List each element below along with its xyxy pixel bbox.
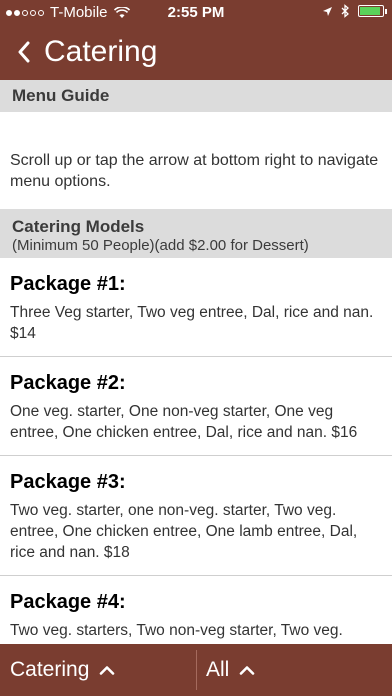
package-list[interactable]: Package #1: Three Veg starter, Two veg e… bbox=[0, 258, 392, 654]
package-name: Package #1: bbox=[10, 273, 126, 295]
list-item[interactable]: Package #3: Two veg. starter, one non-ve… bbox=[0, 456, 392, 576]
menu-guide-title: Menu Guide bbox=[12, 86, 110, 105]
filter-selector-label: All bbox=[206, 658, 230, 681]
status-bar: T-Mobile 2:55 PM bbox=[0, 0, 392, 26]
location-icon bbox=[323, 6, 332, 16]
package-description: Two veg. starters, Two non-veg starter, … bbox=[10, 622, 343, 639]
chevron-up-icon bbox=[100, 666, 115, 675]
back-chevron-icon bbox=[18, 41, 30, 63]
menu-guide-text: Scroll up or tap the arrow at bottom rig… bbox=[10, 152, 379, 190]
list-item[interactable]: Package #1: Three Veg starter, Two veg e… bbox=[0, 258, 392, 357]
filter-selector-button[interactable]: All bbox=[206, 644, 255, 696]
package-description: Two veg. starter, one non-veg. starter, … bbox=[10, 502, 358, 561]
package-name: Package #3: bbox=[10, 471, 126, 493]
catering-models-header: Catering Models (Minimum 50 People)(add … bbox=[0, 209, 392, 258]
catering-models-title: Catering Models bbox=[12, 217, 145, 236]
bottom-bar-divider bbox=[196, 650, 197, 690]
nav-bar: Catering bbox=[0, 30, 392, 74]
battery-icon bbox=[358, 5, 387, 17]
catering-models-subtitle: (Minimum 50 People)(add $2.00 for Desser… bbox=[12, 237, 309, 254]
package-description: One veg. starter, One non-veg starter, O… bbox=[10, 403, 358, 441]
bottom-bar: Catering All bbox=[0, 644, 392, 696]
page-title: Catering bbox=[44, 35, 158, 68]
status-right bbox=[322, 4, 387, 18]
chevron-up-icon bbox=[240, 666, 255, 675]
back-button[interactable]: Catering bbox=[18, 32, 157, 72]
category-selector-label: Catering bbox=[10, 658, 90, 681]
package-name: Package #4: bbox=[10, 591, 126, 613]
app-header: T-Mobile 2:55 PM Catering bbox=[0, 0, 392, 80]
package-description: Three Veg starter, Two veg entree, Dal, … bbox=[10, 304, 374, 342]
bluetooth-icon bbox=[341, 4, 349, 18]
list-item[interactable]: Package #2: One veg. starter, One non-ve… bbox=[0, 357, 392, 456]
category-selector-button[interactable]: Catering bbox=[10, 644, 115, 696]
list-item[interactable]: Package #4: Two veg. starters, Two non-v… bbox=[0, 576, 392, 654]
menu-guide-header: Menu Guide bbox=[0, 80, 392, 112]
package-name: Package #2: bbox=[10, 372, 126, 394]
